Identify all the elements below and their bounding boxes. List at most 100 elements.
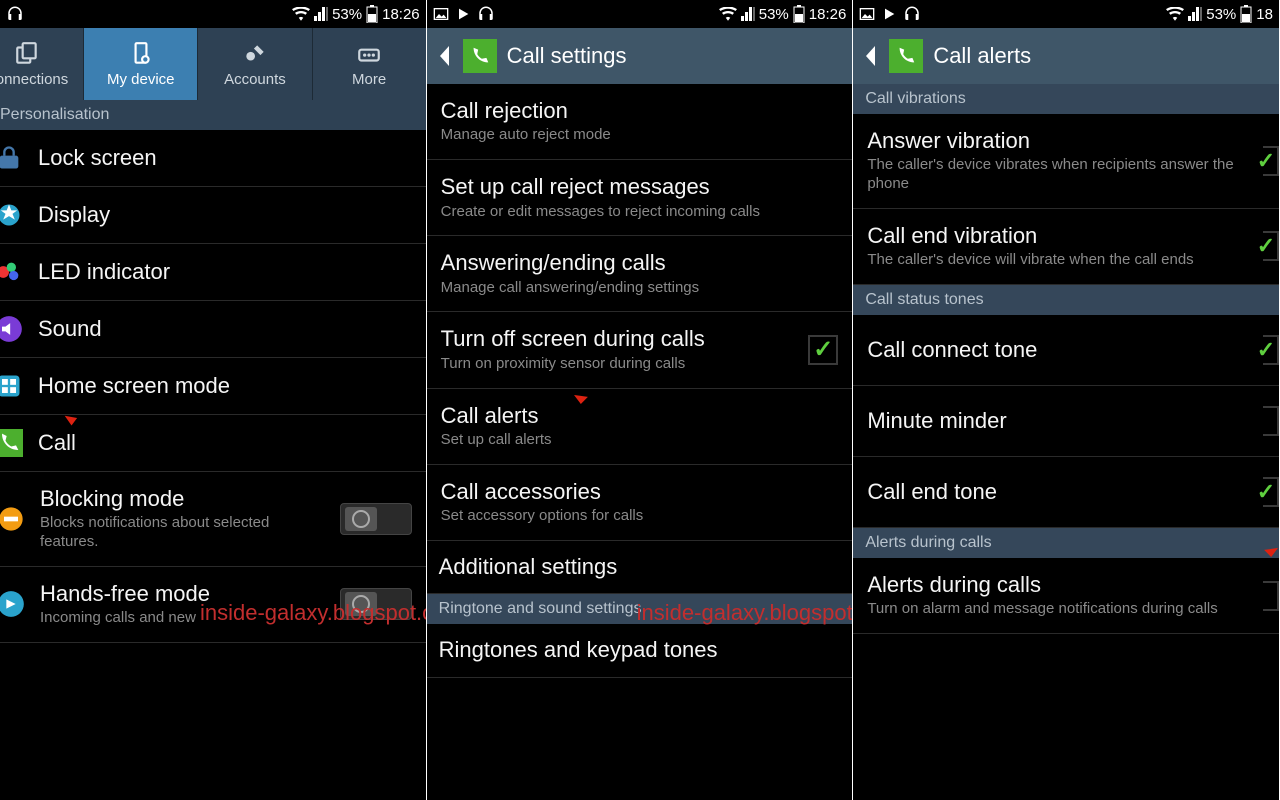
- image-icon: [433, 6, 449, 22]
- title: Blocking mode: [40, 486, 326, 512]
- item-call-rejection[interactable]: Call rejectionManage auto reject mode: [427, 84, 853, 160]
- title: Turn off screen during calls: [441, 326, 795, 352]
- title: Display: [38, 202, 412, 228]
- item-display[interactable]: Display: [0, 187, 426, 244]
- title-bar: Call alerts: [853, 28, 1279, 84]
- title: Call: [38, 430, 412, 456]
- subtitle: Turn on proximity sensor during calls: [441, 355, 795, 374]
- lock-icon: [0, 143, 24, 173]
- tab-label: My device: [107, 71, 175, 88]
- headphones-icon: [903, 5, 921, 23]
- subtitle: Incoming calls and new: [40, 609, 326, 628]
- phone-app-icon: [463, 39, 497, 73]
- item-turn-off-screen[interactable]: Turn off screen during calls Turn on prox…: [427, 312, 853, 388]
- wifi-icon: [1166, 7, 1184, 21]
- item-blocking-mode[interactable]: Blocking mode Blocks notifications about…: [0, 472, 426, 567]
- item-reject-messages[interactable]: Set up call reject messagesCreate or edi…: [427, 160, 853, 236]
- title: Answer vibration: [867, 128, 1249, 154]
- item-alerts-during-calls[interactable]: Alerts during calls Turn on alarm and mes…: [853, 558, 1279, 634]
- red-arrow-icon: [567, 369, 611, 409]
- callend-tone-checkbox[interactable]: [1263, 477, 1279, 507]
- item-callend-vibration[interactable]: Call end vibration The caller's device wi…: [853, 209, 1279, 285]
- section-ringtone: Ringtone and sound settings: [427, 594, 853, 624]
- panel-call-alerts: 53% 18 Call alerts Call vibrations Answe…: [853, 0, 1280, 800]
- tab-label: Connections: [0, 71, 68, 88]
- battery-icon: [1240, 5, 1252, 23]
- callend-vibration-checkbox[interactable]: [1263, 231, 1279, 261]
- alerts-during-calls-checkbox[interactable]: [1263, 581, 1279, 611]
- title: Lock screen: [38, 145, 412, 171]
- item-additional-settings[interactable]: Additional settings: [427, 541, 853, 594]
- item-minute-minder[interactable]: Minute minder: [853, 386, 1279, 457]
- proximity-checkbox[interactable]: [808, 335, 838, 365]
- title: Set up call reject messages: [441, 174, 839, 200]
- headphones-icon: [477, 5, 495, 23]
- item-led[interactable]: LED indicator: [0, 244, 426, 301]
- tab-connections[interactable]: Connections: [0, 28, 84, 100]
- item-call[interactable]: Call: [0, 415, 426, 472]
- back-button[interactable]: [435, 41, 453, 71]
- connect-tone-checkbox[interactable]: [1263, 335, 1279, 365]
- home-icon: [0, 371, 24, 401]
- tab-label: More: [352, 71, 386, 88]
- title: Additional settings: [439, 554, 839, 580]
- blocking-toggle[interactable]: [340, 503, 412, 535]
- section-alerts-during-calls: Alerts during calls: [853, 528, 1279, 558]
- item-ringtones[interactable]: Ringtones and keypad tones: [427, 624, 853, 677]
- item-sound[interactable]: Sound: [0, 301, 426, 358]
- red-arrow-icon: [1243, 522, 1280, 562]
- battery-icon: [366, 5, 378, 23]
- subtitle: Blocks notifications about selected feat…: [40, 514, 326, 552]
- item-call-alerts[interactable]: Call alertsSet up call alerts: [427, 389, 853, 465]
- tab-mydevice[interactable]: My device: [84, 28, 198, 100]
- signal-icon: [314, 7, 328, 21]
- signal-icon: [741, 7, 755, 21]
- tab-accounts[interactable]: Accounts: [198, 28, 312, 100]
- item-callend-tone[interactable]: Call end tone: [853, 457, 1279, 528]
- minute-minder-checkbox[interactable]: [1263, 406, 1279, 436]
- tab-more[interactable]: More: [313, 28, 426, 100]
- title: Call end vibration: [867, 223, 1249, 249]
- title: Minute minder: [867, 408, 1249, 434]
- wifi-icon: [719, 7, 737, 21]
- subtitle: Set accessory options for calls: [441, 507, 839, 526]
- handsfree-toggle[interactable]: [340, 588, 412, 620]
- section-personalisation: Personalisation: [0, 100, 426, 130]
- title: Call end tone: [867, 479, 1249, 505]
- back-button[interactable]: [861, 41, 879, 71]
- status-bar: 53% 18: [853, 0, 1279, 28]
- signal-icon: [1188, 7, 1202, 21]
- status-bar: 53% 18:26: [427, 0, 853, 28]
- title: Call accessories: [441, 479, 839, 505]
- battery-percent: 53%: [759, 6, 789, 23]
- battery-icon: [793, 5, 805, 23]
- title: Hands-free mode: [40, 581, 326, 607]
- call-icon: [0, 428, 24, 458]
- item-call-accessories[interactable]: Call accessories Set accessory options fo…: [427, 465, 853, 541]
- battery-percent: 53%: [1206, 6, 1236, 23]
- title: LED indicator: [38, 259, 412, 285]
- subtitle: Manage auto reject mode: [441, 126, 839, 145]
- red-arrow-icon: [60, 387, 102, 429]
- image-icon: [859, 6, 875, 22]
- item-answer-vibration[interactable]: Answer vibrationThe caller's device vibr…: [853, 114, 1279, 209]
- title: Answering/ending calls: [441, 250, 839, 276]
- item-answering-ending[interactable]: Answering/ending callsManage call answer…: [427, 236, 853, 312]
- blocking-icon: [0, 504, 26, 534]
- hands-free-icon: [0, 589, 26, 619]
- panel-settings: 53% 18:26 Connections My device Accounts…: [0, 0, 427, 800]
- section-call-vibrations: Call vibrations: [853, 84, 1279, 114]
- title: Alerts during calls: [867, 572, 1249, 598]
- led-icon: [0, 257, 24, 287]
- subtitle: The caller's device will vibrate when th…: [867, 251, 1249, 270]
- subtitle: Turn on alarm and message notifications …: [867, 600, 1249, 619]
- item-hands-free[interactable]: Hands-free mode Incoming calls and new: [0, 567, 426, 643]
- item-lock-screen[interactable]: Lock screen: [0, 130, 426, 187]
- item-connect-tone[interactable]: Call connect tone: [853, 315, 1279, 386]
- sound-icon: [0, 314, 24, 344]
- page-title: Call settings: [507, 43, 627, 69]
- display-icon: [0, 200, 24, 230]
- answer-vibration-checkbox[interactable]: [1263, 146, 1279, 176]
- clock: 18:26: [382, 6, 420, 23]
- settings-tabs: Connections My device Accounts More: [0, 28, 426, 100]
